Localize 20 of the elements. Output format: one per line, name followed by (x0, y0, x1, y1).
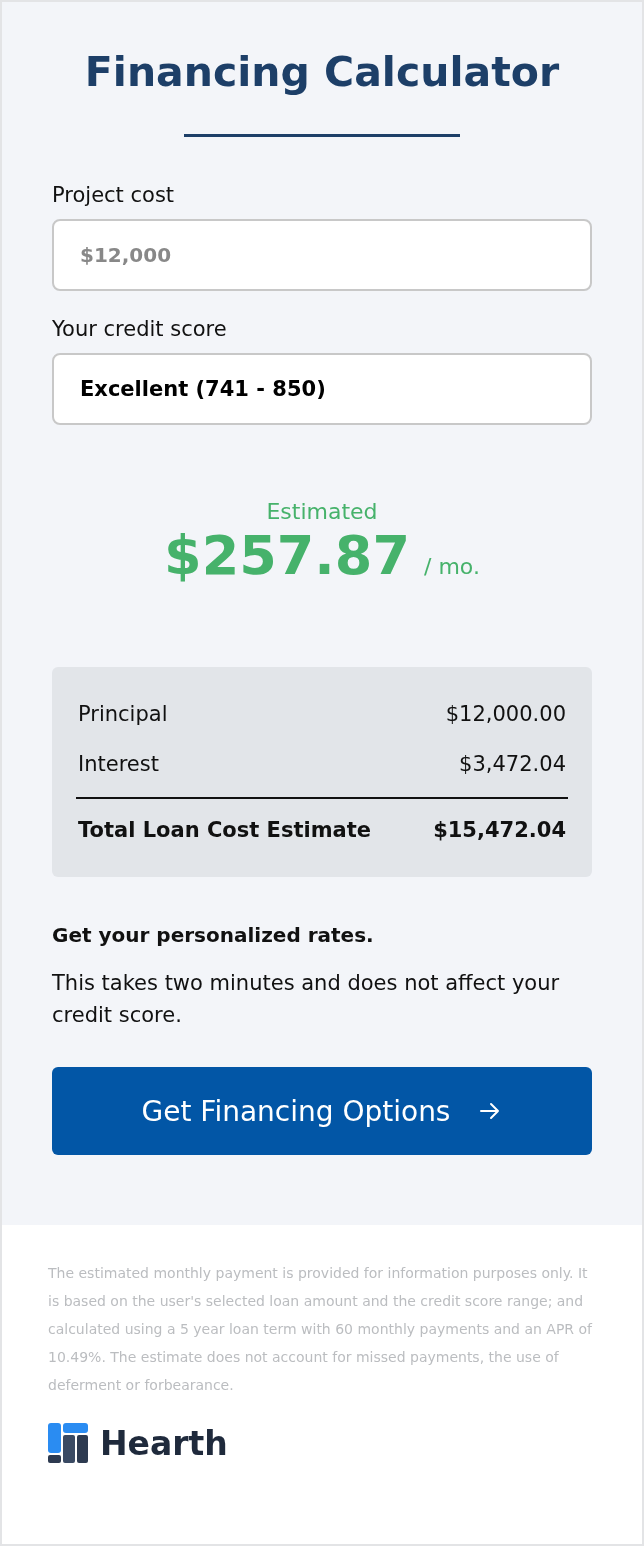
row-label: Interest (78, 751, 159, 778)
monthly-amount: $257.87 (164, 524, 410, 587)
row-value: $3,472.04 (459, 751, 566, 778)
field-label: Project cost (52, 183, 176, 207)
brand-name: Hearth (100, 1423, 228, 1463)
amount-unit: / mo. (424, 554, 480, 579)
total-value: $15,472.04 (433, 817, 566, 844)
row-value: $12,000.00 (445, 701, 566, 728)
disclaimer-text: The estimated monthly payment is provided for information purposes only. It is based on the user's selected loan amount and the credit score range; and calculated using a 5 year loan term with 60 monthly payments and an APR of 10.49%. The estimate does not account for missed payments, the use of deferment or forbearance. (48, 1264, 594, 1395)
logo-icon (48, 1423, 88, 1463)
page-title: Financing Calculator (83, 48, 561, 96)
row-label: Principal (78, 701, 168, 728)
field-label: Your credit score (52, 317, 228, 341)
total-label: Total Loan Cost Estimate (78, 817, 372, 844)
estimate-caption: Estimated (266, 499, 378, 524)
financing-button[interactable]: Get Financing Options (52, 1067, 592, 1155)
input-field[interactable]: $12,000 (52, 219, 592, 291)
cta-heading: Get your personalized rates. (52, 923, 375, 947)
select-field[interactable]: Excellent (741 - 850) (52, 353, 592, 425)
cta-text: This takes two minutes and does not affect your credit score. (52, 970, 561, 1029)
